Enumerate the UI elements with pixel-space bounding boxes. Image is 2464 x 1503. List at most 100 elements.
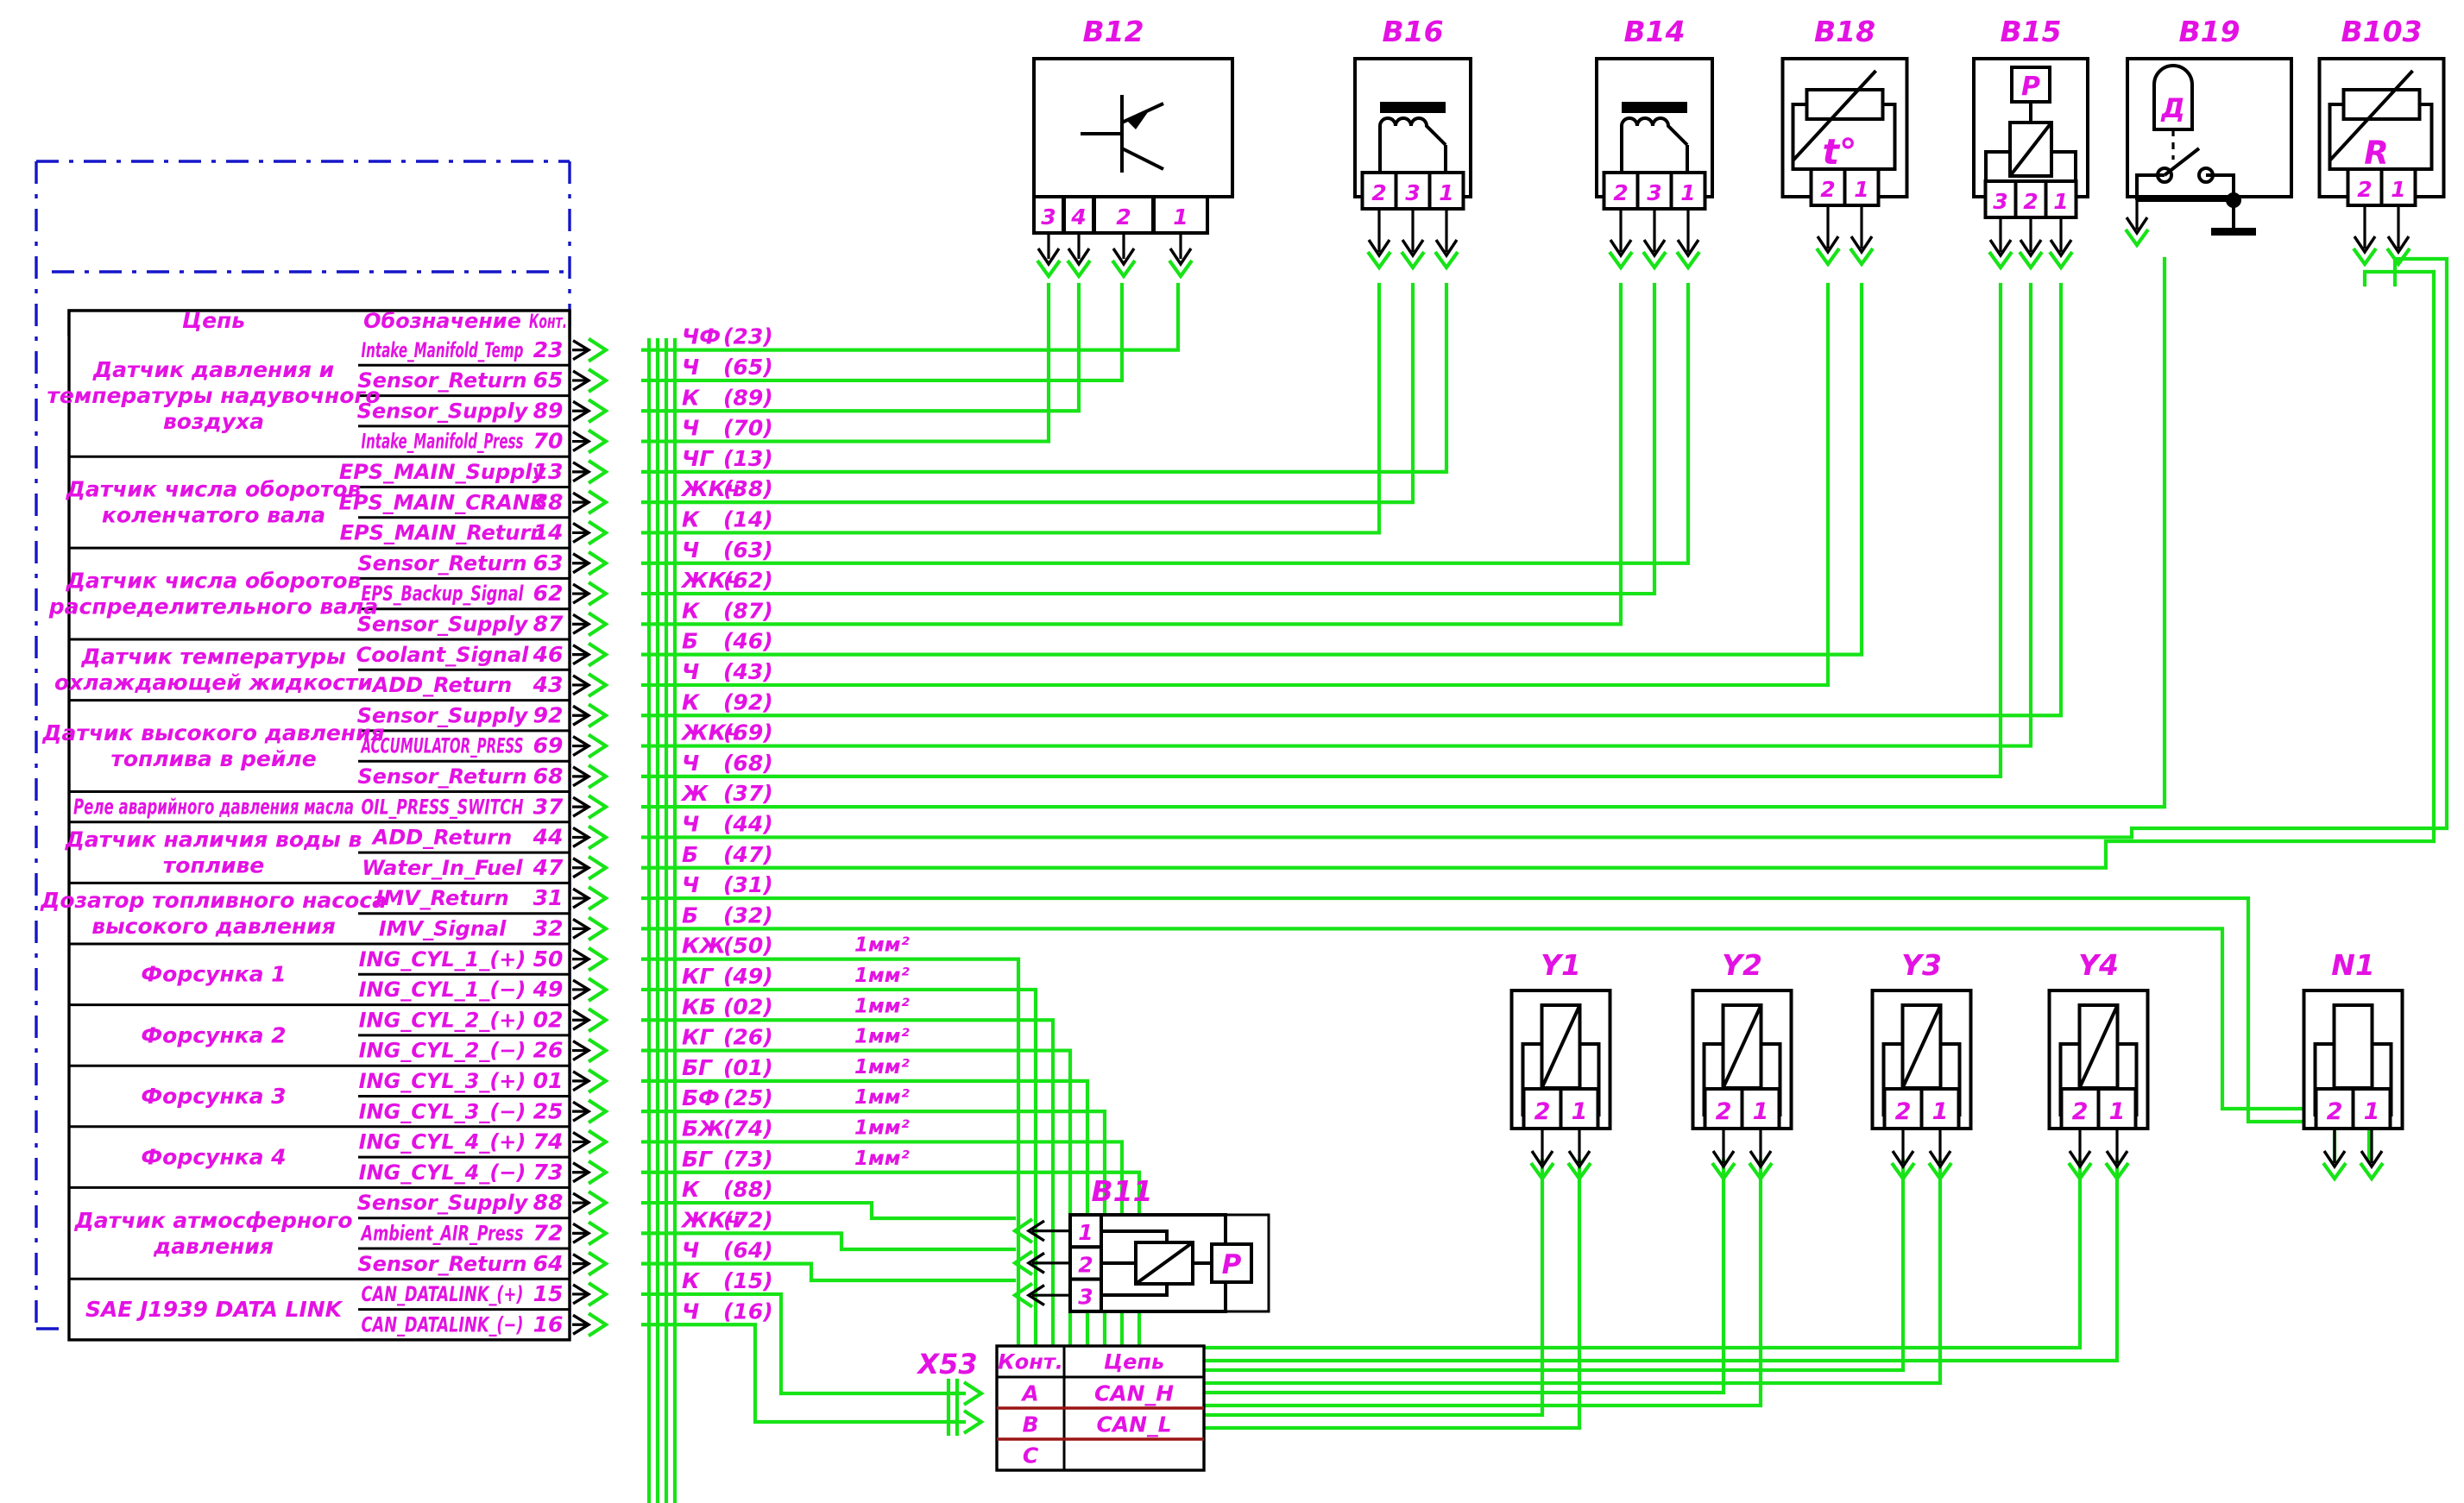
wire-number: (62) xyxy=(723,568,773,593)
table-cell-designation: ING_CYL_3_(+) xyxy=(359,1069,526,1093)
device-pin-number: 3 xyxy=(1993,189,2007,214)
table-cell-designation: Sensor_Return xyxy=(357,368,526,393)
device-id-B19: B19 xyxy=(2178,15,2240,48)
wire-run xyxy=(640,256,2449,840)
device-id-N1: N1 xyxy=(2331,948,2375,982)
magnet-bar-icon xyxy=(1380,102,1446,113)
wire-color-code: ЧФ xyxy=(682,324,721,349)
x53-id-label: X53 xyxy=(916,1348,977,1380)
device-pin-number: 1 xyxy=(2391,177,2405,202)
wire-run xyxy=(640,282,1657,596)
table-cell-circuit: Форсунка 4 xyxy=(141,1145,286,1170)
wire-gauge: 1мм² xyxy=(854,1116,910,1139)
wire-color-code: БГ xyxy=(682,1055,714,1080)
table-cell-designation: ING_CYL_1_(+) xyxy=(359,947,526,972)
table-cell-pin: 73 xyxy=(533,1160,564,1185)
table-cell-designation: EPS_MAIN_Supply xyxy=(339,460,547,484)
table-cell-pin: 16 xyxy=(533,1311,564,1336)
wire-run xyxy=(640,282,1691,565)
table-cell-designation: Sensor_Return xyxy=(357,1252,526,1276)
table-cell-circuit: температуры надувочного xyxy=(47,383,380,408)
table-cell-circuit: SAE J1939 DATA LINK xyxy=(85,1297,343,1322)
wire-color-code: Ч xyxy=(682,659,699,684)
device-B103: B103 R 2 1 xyxy=(2317,15,2446,267)
ground-icon xyxy=(2211,228,2256,236)
device-pin-number: 2 xyxy=(1820,177,1835,202)
table-cell-designation: Sensor_Supply xyxy=(357,1191,529,1215)
x53-cell-circuit: CAN_H xyxy=(1094,1380,1174,1406)
table-cell-pin: 13 xyxy=(533,459,564,484)
table-cell-circuit: Дозатор топливного насоса xyxy=(40,888,387,913)
wire-number: (74) xyxy=(723,1116,773,1141)
table-cell-pin: 44 xyxy=(533,825,564,850)
device-pin-number: 1 xyxy=(1078,1220,1093,1245)
wire-run xyxy=(640,1323,956,1424)
table-cell-designation: ADD_Return xyxy=(371,826,512,850)
table-cell-designation: CAN_DATALINK_(−) xyxy=(362,1312,524,1336)
table-cell-pin: 74 xyxy=(533,1129,564,1154)
device-Y1: Y1 2 1 xyxy=(1509,948,1612,1182)
wire-color-code: КГ xyxy=(682,964,715,989)
table-cell-pin: 63 xyxy=(533,550,564,575)
table-cell-designation: IMV_Return xyxy=(375,886,508,910)
device-id-B12: B12 xyxy=(1082,15,1144,48)
table-cell-circuit: Датчик атмосферного xyxy=(73,1208,352,1233)
table-cell-circuit: топлива в рейле xyxy=(110,746,316,771)
table-cell-circuit: топливе xyxy=(163,853,265,878)
wire-gauge: 1мм² xyxy=(854,1148,910,1170)
table-cell-designation: IMV_Signal xyxy=(379,916,507,940)
wire-run xyxy=(640,282,2033,748)
table-cell-circuit: Реле аварийного давления масла xyxy=(73,795,354,820)
x53-cell-circuit: CAN_L xyxy=(1096,1412,1171,1437)
device-symbols: B123 4 2 1B162 3 1B142 3 1B18t°2 1B103R2 1B15P3 2 1… xyxy=(1011,15,2446,1313)
table-cell-pin: 68 xyxy=(533,764,564,789)
device-id-Y2: Y2 xyxy=(1722,948,1762,982)
table-cell-pin: 64 xyxy=(533,1251,564,1276)
table-cell-designation: EPS_MAIN_CRANK xyxy=(338,490,547,514)
x53-col-header-circuit: Цепь xyxy=(1104,1350,1164,1374)
wire-color-code: КГ xyxy=(682,1025,715,1050)
table-cell-designation: EPS_MAIN_Return xyxy=(340,521,545,545)
table-cell-pin: 43 xyxy=(533,672,564,697)
device-pin-number: 3 xyxy=(1405,180,1420,205)
wire-color-code: Б xyxy=(682,902,698,928)
table-cell-designation: ING_CYL_1_(−) xyxy=(359,978,526,1002)
wire-color-code: Ч xyxy=(682,1238,699,1263)
wire-number: (68) xyxy=(723,751,773,776)
device-pin-number: 2 xyxy=(1613,180,1628,205)
x2-pinout-table: Цепь Обозначение Конт.Intake_Manifold_Temp… xyxy=(40,308,571,1342)
table-cell-pin: 69 xyxy=(533,733,564,758)
wire-number: (73) xyxy=(723,1147,773,1172)
wire-color-code: Ж xyxy=(680,781,709,806)
table-cell-circuit: коленчатого вала xyxy=(102,503,325,528)
device-symbol-B15: P xyxy=(2021,72,2040,102)
wire-number: (69) xyxy=(723,720,773,745)
wire-number: (01) xyxy=(723,1055,773,1080)
wire-color-code: Ч xyxy=(682,538,699,563)
device-pin-number: 3 xyxy=(1078,1285,1093,1310)
table-cell-designation: Sensor_Return xyxy=(357,551,526,575)
wire-number: (63) xyxy=(723,538,773,563)
wire-number: (31) xyxy=(723,872,773,897)
wire-number: (49) xyxy=(723,964,773,989)
table-cell-circuit: высокого давления xyxy=(91,914,336,939)
table-cell-designation: Intake_Manifold_Press xyxy=(362,430,524,454)
wire-color-code: К xyxy=(682,385,701,410)
device-B18: B18 t° 2 1 xyxy=(1780,15,1909,267)
device-symbol-B11: P xyxy=(1222,1249,1242,1280)
wire-number: (32) xyxy=(723,902,773,928)
device-id-B16: B16 xyxy=(1382,15,1443,48)
table-cell-designation: Sensor_Supply xyxy=(357,612,529,636)
wire-number: (72) xyxy=(723,1207,773,1232)
wire-color-code: К xyxy=(682,1177,701,1202)
device-Y4: Y4 2 1 xyxy=(2047,948,2150,1182)
wire-number: (47) xyxy=(723,842,773,867)
table-col-header-pin: Конт. xyxy=(529,311,567,333)
wire-number: (13) xyxy=(723,446,773,471)
device-pin-number: 3 xyxy=(1041,204,1056,230)
device-B15: B15 P 3 2 1 xyxy=(1972,15,2089,271)
device-pin-number: 1 xyxy=(1932,1098,1949,1125)
wire-color-code: БФ xyxy=(682,1085,720,1110)
table-cell-pin: 31 xyxy=(533,885,564,910)
wire-number: (15) xyxy=(723,1268,773,1293)
